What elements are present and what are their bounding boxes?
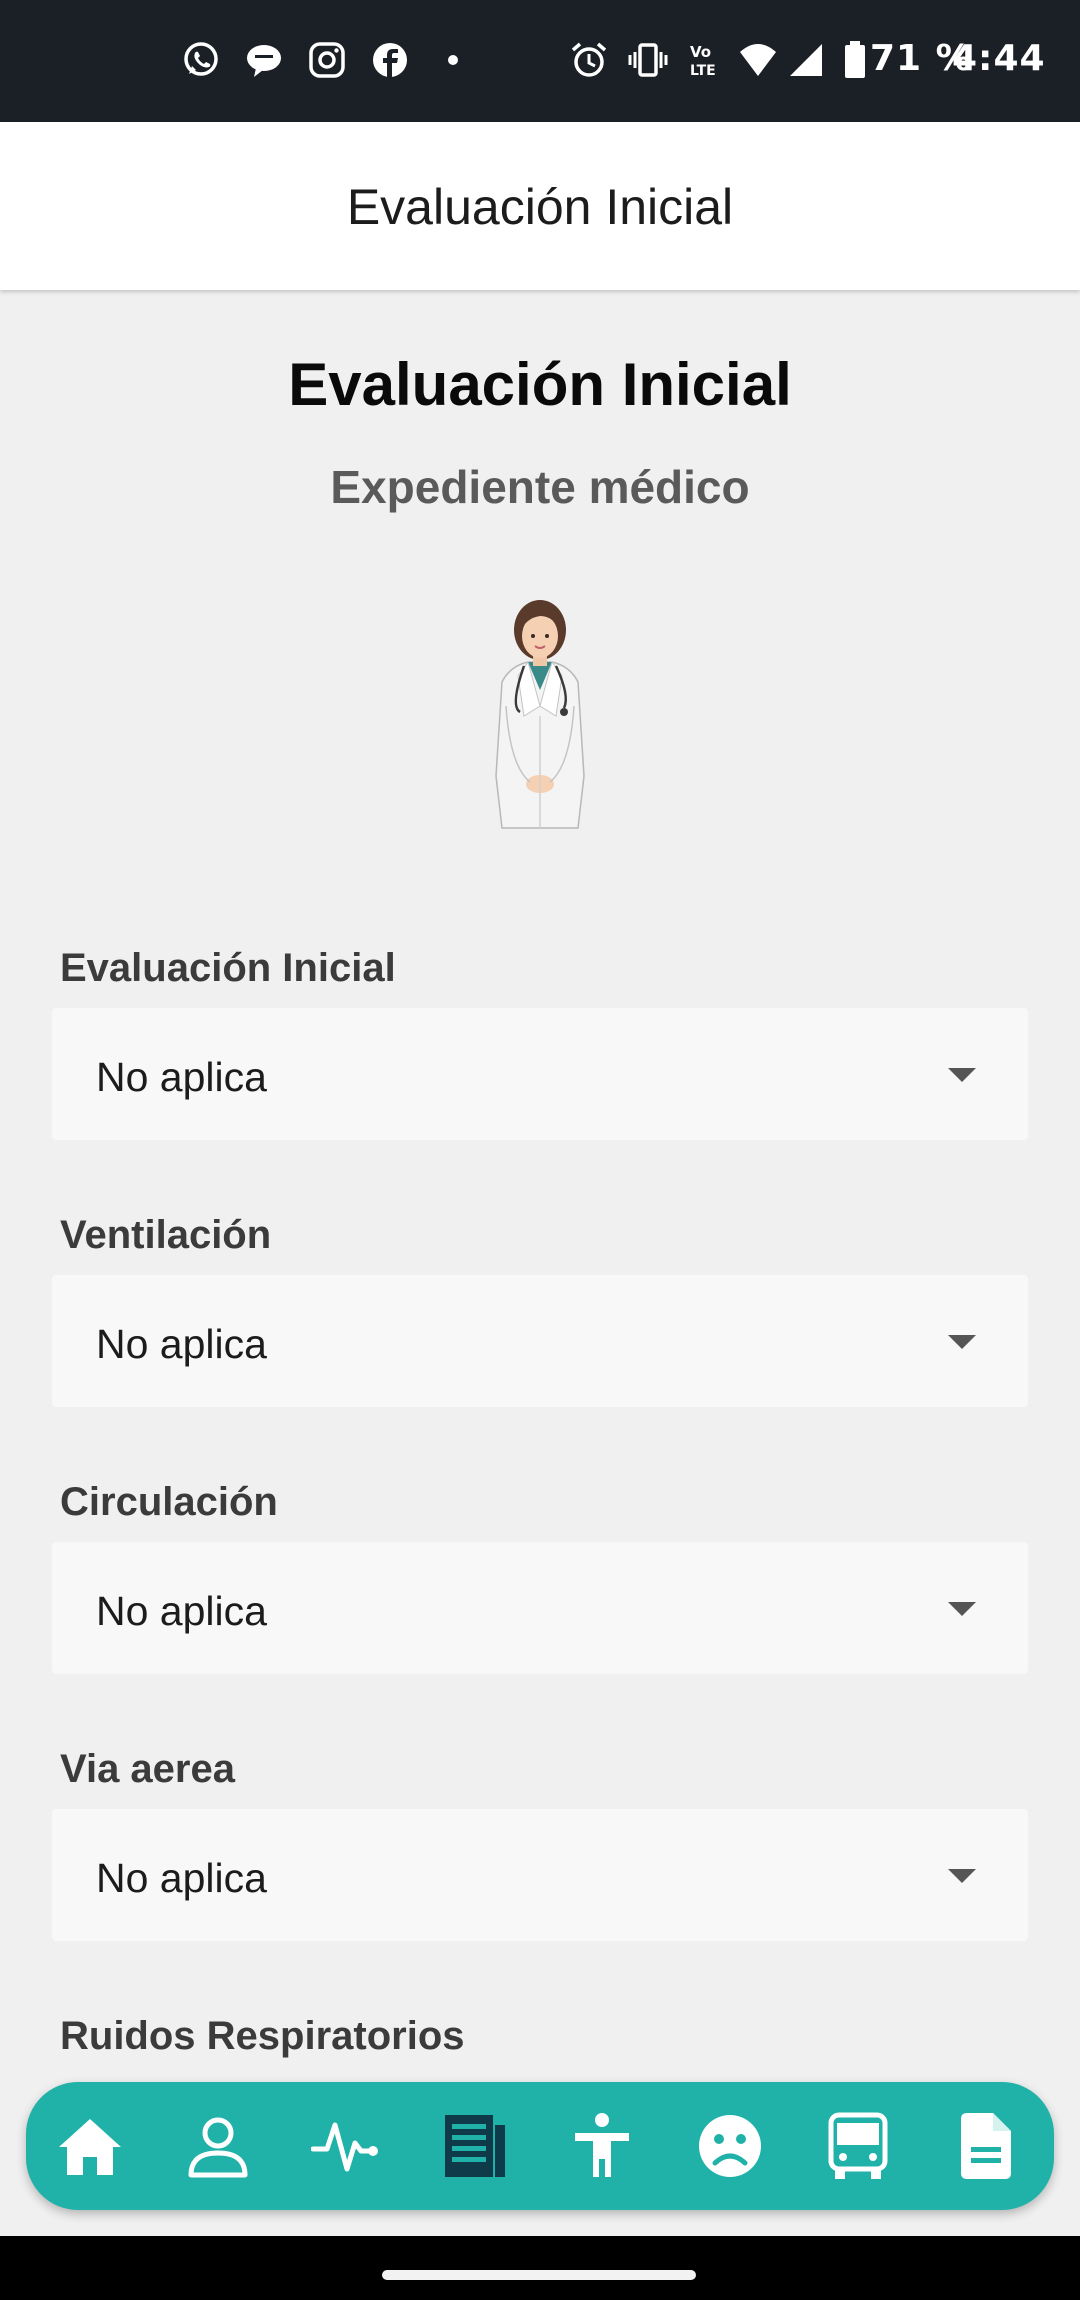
- dropdown-caret-icon: [948, 1869, 976, 1883]
- svg-text:Vo: Vo: [690, 43, 711, 61]
- system-navigation-bar: [0, 2236, 1080, 2300]
- dropdown-caret-icon: [948, 1602, 976, 1616]
- signal-icon: [790, 44, 822, 76]
- status-time: 4:44: [952, 38, 1046, 79]
- page-subtitle: Expediente médico: [330, 461, 750, 513]
- field-label-ventilacion: Ventilación: [60, 1213, 272, 1257]
- field-label-circulacion: Circulación: [60, 1480, 278, 1524]
- status-bar: Vo LTE 71 % 4:44: [0, 0, 1080, 122]
- battery-icon: [845, 41, 865, 78]
- facebook-icon: [373, 43, 407, 77]
- sad-face-icon: [699, 2115, 761, 2177]
- field-label-evaluacion-inicial: Evaluación Inicial: [60, 946, 396, 990]
- nav-profile[interactable]: [180, 2108, 256, 2184]
- alarm-icon: [571, 42, 607, 77]
- nav-documents[interactable]: [948, 2108, 1024, 2184]
- select-via-aerea[interactable]: No aplica: [52, 1809, 1028, 1941]
- nav-transport[interactable]: [820, 2108, 896, 2184]
- app-bar: Evaluación Inicial: [0, 122, 1080, 290]
- field-label-via-aerea: Via aerea: [60, 1747, 235, 1791]
- document-icon: [961, 2113, 1011, 2179]
- select-value: No aplica: [96, 1855, 267, 1901]
- wifi-icon: [740, 44, 776, 76]
- bottom-navigation: [26, 2082, 1054, 2210]
- volte-icon: Vo LTE: [690, 43, 716, 79]
- select-circulacion[interactable]: No aplica: [52, 1542, 1028, 1674]
- instagram-icon: [309, 42, 345, 78]
- dot-icon: [448, 55, 458, 65]
- bus-icon: [828, 2112, 888, 2179]
- nav-home[interactable]: [52, 2108, 128, 2184]
- person-icon: [188, 2117, 248, 2178]
- select-ventilacion[interactable]: No aplica: [52, 1275, 1028, 1407]
- whatsapp-icon: [184, 42, 218, 76]
- svg-text:LTE: LTE: [690, 63, 716, 79]
- doctor-illustration: [495, 600, 585, 829]
- nav-body[interactable]: [564, 2108, 640, 2184]
- dropdown-caret-icon: [948, 1335, 976, 1349]
- select-value: No aplica: [96, 1054, 267, 1100]
- select-evaluacion-inicial[interactable]: No aplica: [52, 1008, 1028, 1140]
- newspaper-icon: [445, 2115, 505, 2177]
- select-value: No aplica: [96, 1321, 267, 1367]
- pulse-icon: [311, 2122, 378, 2172]
- home-gesture-handle[interactable]: [382, 2270, 696, 2280]
- field-label-ruidos-respiratorios: Ruidos Respiratorios: [60, 2014, 465, 2058]
- select-value: No aplica: [96, 1588, 267, 1634]
- nav-pain[interactable]: [692, 2108, 768, 2184]
- dropdown-caret-icon: [948, 1068, 976, 1082]
- accessibility-icon: [575, 2113, 629, 2177]
- home-icon: [59, 2119, 121, 2175]
- app-bar-title: Evaluación Inicial: [346, 179, 734, 235]
- chat-bubble-icon: [247, 45, 281, 77]
- page-title: Evaluación Inicial: [288, 351, 792, 418]
- nav-vitals[interactable]: [308, 2108, 384, 2184]
- vibrate-icon: [628, 43, 668, 77]
- nav-record[interactable]: [436, 2108, 512, 2184]
